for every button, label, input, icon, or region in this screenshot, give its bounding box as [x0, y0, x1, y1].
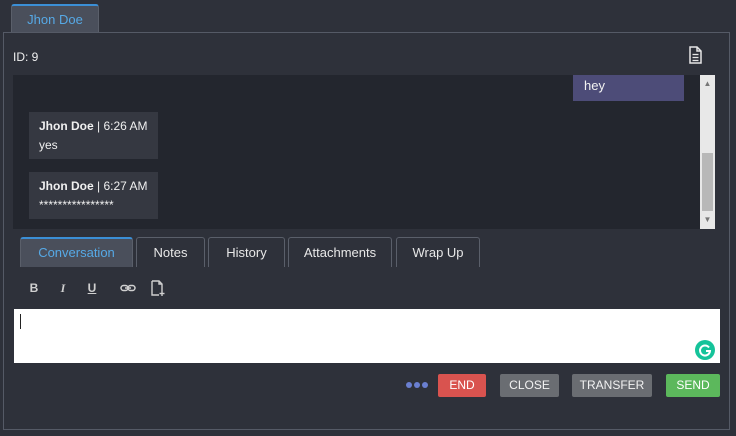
- message-text: ****************: [39, 198, 114, 212]
- message-time: 6:26 AM: [103, 119, 148, 133]
- header-separator: |: [97, 179, 101, 193]
- italic-button[interactable]: I: [55, 279, 71, 297]
- tab-conversation[interactable]: Conversation: [20, 237, 133, 267]
- message-list[interactable]: hey Jhon Doe | 6:26 AM yes Jhon Doe | 6:…: [13, 75, 715, 229]
- message-header: Jhon Doe | 6:27 AM: [39, 179, 148, 193]
- underline-button[interactable]: U: [84, 279, 100, 297]
- send-button[interactable]: SEND: [666, 374, 720, 397]
- header-separator: |: [97, 119, 101, 133]
- tab-wrap-up[interactable]: Wrap Up: [396, 237, 480, 267]
- tab-history[interactable]: History: [208, 237, 285, 267]
- message-time: 6:27 AM: [103, 179, 148, 193]
- grammarly-icon[interactable]: [695, 340, 715, 360]
- text-caret: [20, 314, 21, 329]
- transfer-button[interactable]: TRANSFER: [572, 374, 652, 397]
- link-icon[interactable]: [120, 279, 136, 297]
- more-options-icon[interactable]: [406, 382, 428, 390]
- scroll-up-arrow-icon[interactable]: ▲: [700, 77, 715, 91]
- incoming-message: Jhon Doe | 6:27 AM ****************: [29, 172, 158, 219]
- tab-notes[interactable]: Notes: [136, 237, 205, 267]
- sender-name: Jhon Doe: [39, 119, 94, 133]
- contact-tab[interactable]: Jhon Doe: [11, 4, 99, 32]
- tab-attachments[interactable]: Attachments: [288, 237, 392, 267]
- insert-file-icon[interactable]: [150, 279, 166, 297]
- message-text: hey: [584, 78, 605, 93]
- message-text: yes: [39, 138, 58, 152]
- conversation-id: ID: 9: [13, 50, 39, 64]
- sender-name: Jhon Doe: [39, 179, 94, 193]
- outgoing-message: hey: [573, 75, 684, 101]
- message-input[interactable]: [14, 309, 720, 363]
- close-button[interactable]: CLOSE: [500, 374, 559, 397]
- chat-scrollbar[interactable]: ▲ ▼: [700, 75, 715, 229]
- end-button[interactable]: END: [438, 374, 486, 397]
- document-icon[interactable]: [687, 46, 703, 64]
- bold-button[interactable]: B: [26, 279, 42, 297]
- message-header: Jhon Doe | 6:26 AM: [39, 119, 148, 133]
- scroll-down-arrow-icon[interactable]: ▼: [700, 213, 715, 227]
- scroll-thumb[interactable]: [702, 153, 713, 211]
- incoming-message: Jhon Doe | 6:26 AM yes: [29, 112, 158, 159]
